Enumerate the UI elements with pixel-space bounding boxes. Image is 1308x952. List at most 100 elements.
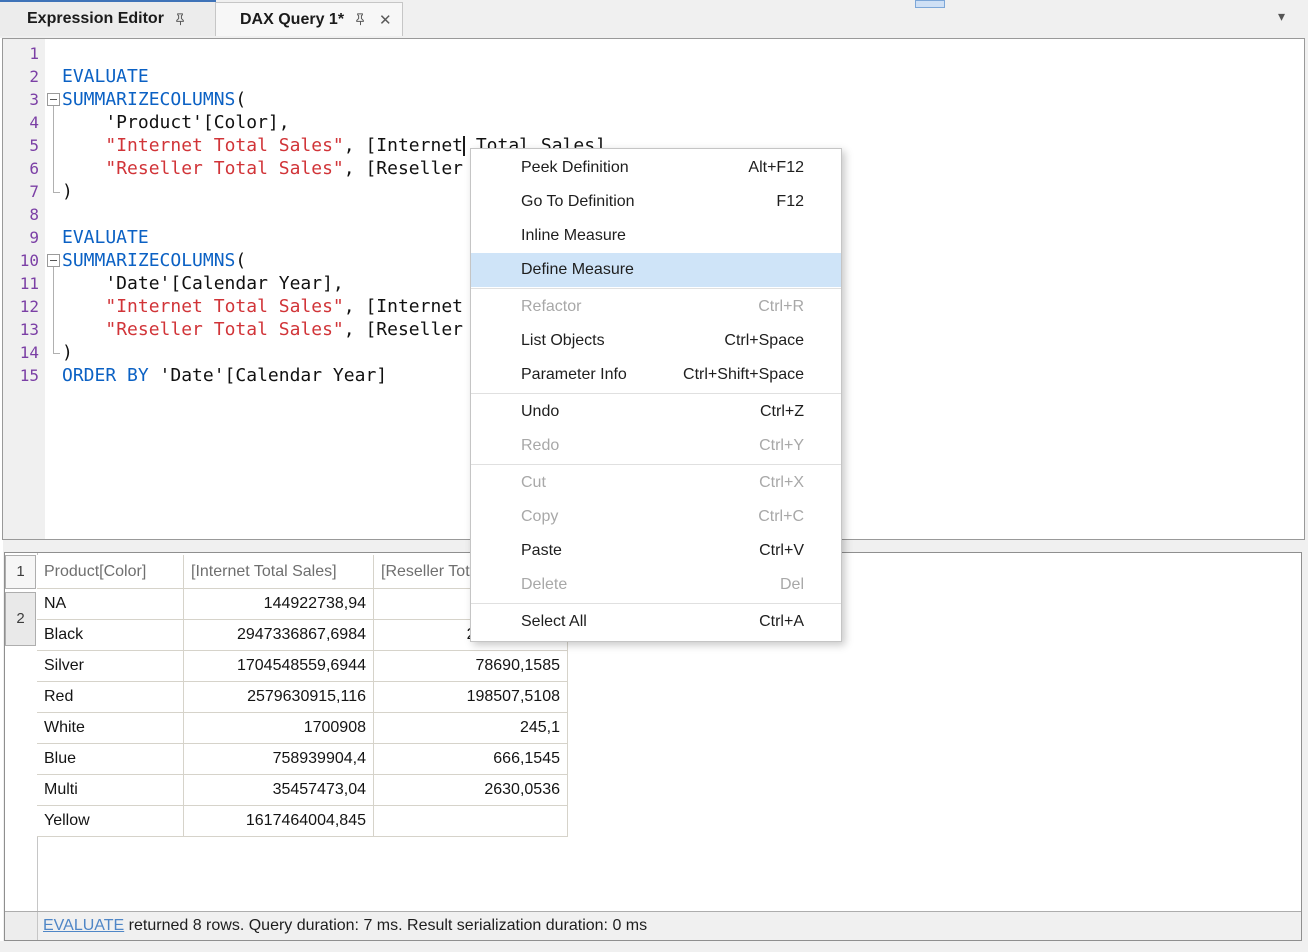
context-menu: Peek Definition Alt+F12 Go To Definition F1…: [470, 148, 842, 642]
result-selector-gutter: 12: [5, 553, 38, 940]
menu-item-label: Inline Measure: [521, 227, 626, 245]
menu-item-label: Redo: [521, 437, 559, 455]
menu-item-label: Paste: [521, 542, 562, 560]
menu-item-shortcut: Ctrl+X: [759, 474, 804, 492]
line-number: 10: [3, 249, 45, 272]
table-cell[interactable]: Yellow: [37, 806, 184, 837]
menu-item-shortcut: Ctrl+Z: [760, 403, 804, 421]
evaluate-link[interactable]: EVALUATE: [43, 917, 124, 934]
menu-separator: [471, 464, 841, 465]
table-cell[interactable]: 758939904,4: [184, 744, 374, 775]
code-line[interactable]: 'Product'[Color],: [62, 111, 1303, 134]
menu-item-label: Delete: [521, 576, 567, 594]
table-cell[interactable]: [374, 806, 568, 837]
result-selector-1[interactable]: 1: [5, 555, 36, 589]
menu-separator: [471, 393, 841, 394]
table-cell[interactable]: 78690,1585: [374, 651, 568, 682]
code-token: ): [62, 181, 73, 202]
menu-item-label: Peek Definition: [521, 159, 629, 177]
table-cell[interactable]: White: [37, 713, 184, 744]
table-cell[interactable]: Multi: [37, 775, 184, 806]
code-line[interactable]: EVALUATE: [62, 65, 1303, 88]
line-number: 12: [3, 295, 45, 318]
code-token: 'Date'[Calendar Year]: [149, 365, 387, 386]
line-number: 7: [3, 180, 45, 203]
menu-item-label: Define Measure: [521, 261, 634, 279]
code-token: (: [235, 89, 246, 110]
table-cell[interactable]: 1704548559,6944: [184, 651, 374, 682]
menu-item-shortcut: Ctrl+V: [759, 542, 804, 560]
code-token: EVALUATE: [62, 227, 149, 248]
menu-item-shortcut: Ctrl+Y: [759, 437, 804, 455]
menu-item-paste[interactable]: Paste Ctrl+V: [471, 534, 841, 568]
code-token: "Internet Total Sales": [105, 296, 343, 317]
column-header: Product[Color]: [37, 555, 184, 589]
menu-item-label: Copy: [521, 508, 558, 526]
menu-item-define-measure[interactable]: Define Measure: [471, 253, 841, 287]
code-token: [62, 296, 105, 317]
table-row: Silver1704548559,694478690,1585: [37, 651, 568, 682]
code-line[interactable]: SUMMARIZECOLUMNS(: [62, 88, 1303, 111]
fold-collapse-icon[interactable]: [47, 254, 60, 267]
line-number-gutter: 123456789101112131415: [3, 39, 45, 539]
menu-item-label: Undo: [521, 403, 559, 421]
table-cell[interactable]: 1617464004,845: [184, 806, 374, 837]
table-cell[interactable]: 144922738,94: [184, 589, 374, 620]
table-cell[interactable]: NA: [37, 589, 184, 620]
menu-item-list-objects[interactable]: List ObjectsCtrl+Space: [471, 324, 841, 358]
code-token: "Reseller Total Sales": [105, 158, 343, 179]
table-cell[interactable]: Silver: [37, 651, 184, 682]
menu-item-peek-definition[interactable]: Peek Definition Alt+F12: [471, 151, 841, 185]
menu-item-undo[interactable]: Undo Ctrl+Z: [471, 395, 841, 429]
pin-icon[interactable]: [353, 12, 368, 27]
table-cell[interactable]: 1700908: [184, 713, 374, 744]
close-icon[interactable]: ✕: [379, 11, 392, 29]
table-cell[interactable]: 198507,5108: [374, 682, 568, 713]
code-token: SUMMARIZECOLUMNS: [62, 250, 235, 271]
table-cell[interactable]: 666,1545: [374, 744, 568, 775]
fold-end-tick: [53, 353, 60, 354]
tab-dax-query-1[interactable]: DAX Query 1* ✕: [216, 2, 403, 36]
code-token: "Reseller Total Sales": [105, 319, 343, 340]
code-line[interactable]: [62, 42, 1303, 65]
menu-item-select-all[interactable]: Select AllCtrl+A: [471, 605, 841, 639]
table-cell[interactable]: Red: [37, 682, 184, 713]
code-token: [62, 319, 105, 340]
pin-icon[interactable]: [173, 12, 188, 27]
code-token: ): [62, 342, 73, 363]
menu-item-refactor: RefactorCtrl+R: [471, 290, 841, 324]
fold-guide-line: [53, 106, 54, 192]
table-cell[interactable]: 35457473,04: [184, 775, 374, 806]
table-cell[interactable]: Black: [37, 620, 184, 651]
menu-item-label: Select All: [521, 613, 587, 631]
fold-collapse-icon[interactable]: [47, 93, 60, 106]
menu-item-shortcut: Alt+F12: [748, 159, 804, 177]
menu-separator: [471, 603, 841, 604]
fold-guide-line: [53, 267, 54, 353]
menu-item-label: Go To Definition: [521, 193, 635, 211]
result-selector-2[interactable]: 2: [5, 592, 36, 646]
table-cell[interactable]: 2947336867,6984: [184, 620, 374, 651]
menu-item-parameter-info[interactable]: Parameter InfoCtrl+Shift+Space: [471, 358, 841, 392]
line-number: 6: [3, 157, 45, 180]
menu-item-inline-measure[interactable]: Inline Measure: [471, 219, 841, 253]
menu-item-shortcut: F12: [776, 193, 804, 211]
menu-separator: [471, 288, 841, 289]
table-cell[interactable]: Blue: [37, 744, 184, 775]
table-cell[interactable]: 245,1: [374, 713, 568, 744]
table-cell[interactable]: 2579630915,116: [184, 682, 374, 713]
line-number: 11: [3, 272, 45, 295]
document-dropdown-icon[interactable]: ▾: [1278, 8, 1285, 25]
table-cell[interactable]: 2630,0536: [374, 775, 568, 806]
line-number: 3: [3, 88, 45, 111]
table-row: Yellow1617464004,845: [37, 806, 568, 837]
tab-expression-editor[interactable]: Expression Editor: [0, 2, 216, 36]
code-token: SUMMARIZECOLUMNS: [62, 89, 235, 110]
code-token: "Internet Total Sales": [105, 135, 343, 156]
menu-item-go-to-definition[interactable]: Go To Definition F12: [471, 185, 841, 219]
status-gutter-cell: [5, 912, 38, 940]
line-number: 1: [3, 42, 45, 65]
tab-label: DAX Query 1*: [240, 11, 344, 29]
table-row: Multi35457473,042630,0536: [37, 775, 568, 806]
code-token: 'Product'[Color],: [62, 112, 290, 133]
